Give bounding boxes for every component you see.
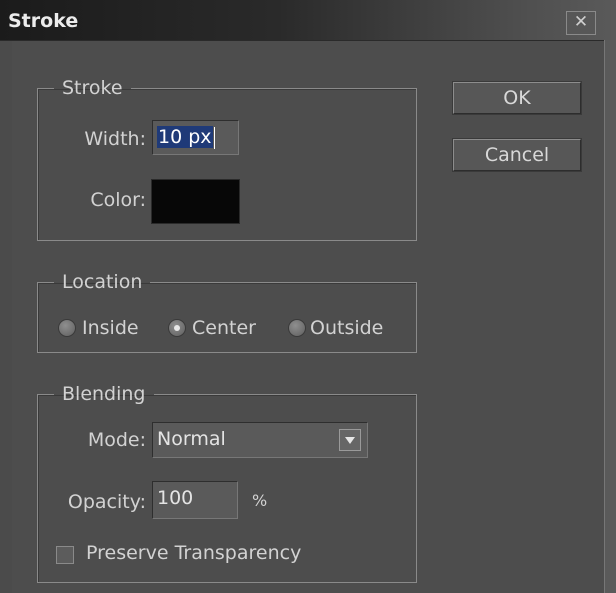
color-swatch[interactable] xyxy=(151,179,240,224)
location-group: Location xyxy=(37,271,417,353)
stroke-dialog: Stroke Width: 10 px Color: Location Insi… xyxy=(12,41,604,593)
preserve-transparency-label[interactable]: Preserve Transparency xyxy=(86,542,301,564)
inside-radio[interactable] xyxy=(58,319,76,337)
mode-value: Normal xyxy=(157,428,226,450)
close-icon: ✕ xyxy=(573,12,589,32)
inside-radio-label[interactable]: Inside xyxy=(82,317,139,339)
mode-label: Mode: xyxy=(87,429,146,451)
title-bar: Stroke ✕ xyxy=(0,0,616,41)
outside-radio[interactable] xyxy=(288,319,306,337)
width-label: Width: xyxy=(84,128,146,150)
opacity-label: Opacity: xyxy=(67,491,146,513)
width-input[interactable]: 10 px xyxy=(152,120,239,155)
opacity-value: 100 xyxy=(157,487,194,509)
preserve-transparency-checkbox[interactable] xyxy=(56,546,74,564)
center-radio[interactable] xyxy=(168,319,186,337)
width-value: 10 px xyxy=(157,126,213,148)
close-button[interactable]: ✕ xyxy=(566,11,596,35)
cancel-button[interactable]: Cancel xyxy=(452,138,582,172)
blending-group-legend: Blending xyxy=(62,383,146,405)
location-group-legend: Location xyxy=(62,271,143,293)
chevron-down-icon[interactable] xyxy=(339,429,361,451)
text-caret xyxy=(213,126,215,149)
opacity-input[interactable]: 100 xyxy=(152,481,238,519)
dialog-title: Stroke xyxy=(8,10,79,32)
ok-button[interactable]: OK xyxy=(452,81,582,115)
stroke-group-legend: Stroke xyxy=(62,77,123,99)
color-label: Color: xyxy=(90,189,146,211)
window-right-edge xyxy=(604,40,616,593)
center-radio-label[interactable]: Center xyxy=(192,317,256,339)
outside-radio-label[interactable]: Outside xyxy=(310,317,383,339)
opacity-unit: % xyxy=(252,491,268,510)
mode-select[interactable]: Normal xyxy=(152,422,368,458)
